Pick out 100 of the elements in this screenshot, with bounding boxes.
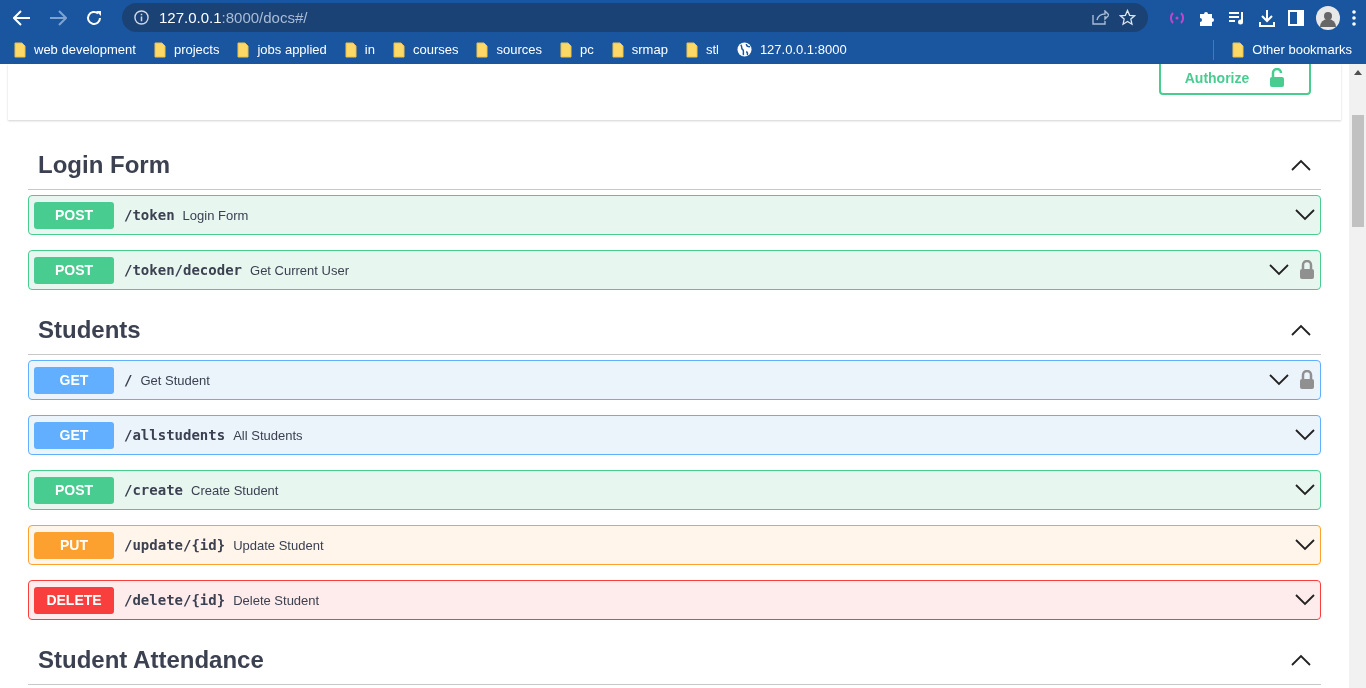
- endpoint-path: /token: [124, 207, 175, 223]
- chevron-up-icon: [1291, 158, 1311, 171]
- expand-button[interactable]: [1295, 539, 1315, 551]
- method-label: POST: [34, 201, 114, 229]
- padlock-icon: [1299, 260, 1315, 280]
- expand-button[interactable]: [1295, 484, 1315, 496]
- endpoint-path: /create: [124, 482, 183, 498]
- info-icon: [134, 10, 149, 25]
- endpoint-summary: Create Student: [191, 482, 280, 498]
- chevron-down-icon: [1269, 264, 1289, 276]
- endpoint-summary: All Students: [233, 427, 304, 443]
- reload-icon: [86, 9, 102, 26]
- forward-arrow-icon: [49, 9, 67, 26]
- folder-icon: [1232, 41, 1245, 58]
- section-title: Students: [38, 315, 141, 344]
- folder-icon: [611, 41, 624, 58]
- endpoint-summary: Update Student: [233, 537, 325, 553]
- media-list-icon[interactable]: [1228, 9, 1246, 26]
- endpoint-row[interactable]: PUT /update/{id} Update Student: [28, 525, 1321, 565]
- bookmark-label: jobs applied: [257, 42, 327, 57]
- expand-button[interactable]: [1269, 264, 1289, 276]
- endpoint-summary: Login Form: [182, 207, 250, 223]
- endpoint-summary: Delete Student: [233, 592, 321, 608]
- bookmark-link[interactable]: web development: [14, 41, 136, 58]
- folder-icon: [237, 41, 250, 58]
- endpoint-path: /delete/{id}: [124, 592, 226, 608]
- folder-icon: [14, 41, 26, 58]
- download-icon[interactable]: [1258, 8, 1276, 27]
- side-panel-icon[interactable]: [1288, 9, 1304, 26]
- method-label: POST: [34, 476, 114, 504]
- folder-icon: [153, 41, 166, 58]
- folder-icon: [344, 41, 357, 58]
- other-bookmarks-link[interactable]: Other bookmarks: [1232, 41, 1352, 58]
- globe-icon: [736, 42, 752, 57]
- chevron-up-icon: [1291, 323, 1311, 336]
- endpoint-path: /allstudents: [124, 427, 226, 443]
- endpoint-path: /update/{id}: [124, 537, 226, 553]
- bookmark-label: pc: [580, 42, 594, 57]
- bookmark-link[interactable]: sources: [476, 41, 542, 58]
- chevron-down-icon: [1295, 429, 1315, 441]
- method-label: DELETE: [34, 586, 114, 614]
- padlock-icon: [1299, 370, 1315, 390]
- expand-button[interactable]: [1295, 209, 1315, 221]
- expand-button[interactable]: [1269, 374, 1289, 386]
- chevron-down-icon: [1269, 374, 1289, 386]
- chevron-down-icon: [1295, 209, 1315, 221]
- endpoint-row[interactable]: GET /allstudents All Students: [28, 415, 1321, 455]
- method-label: GET: [34, 366, 114, 394]
- bookmark-link[interactable]: projects: [153, 41, 220, 58]
- bookmark-label: sources: [496, 42, 542, 57]
- folder-icon: [685, 41, 698, 58]
- method-label: POST: [34, 256, 114, 284]
- scrollbar[interactable]: [1349, 64, 1366, 688]
- address-bar[interactable]: 127.0.0.1:8000/docs#/: [122, 3, 1148, 32]
- chevron-down-icon: [1295, 484, 1315, 496]
- bookmark-link[interactable]: stl: [685, 41, 719, 58]
- folder-icon: [392, 41, 405, 58]
- endpoint-summary: Get Student: [140, 372, 211, 388]
- bookmark-label: in: [364, 42, 375, 57]
- bookmark-link[interactable]: courses: [392, 41, 459, 58]
- section-title: Student Attendance: [38, 645, 264, 674]
- bookmark-label: srmap: [631, 42, 668, 57]
- endpoint-row[interactable]: DELETE /delete/{id} Delete Student: [28, 580, 1321, 620]
- endpoint-path: /token/decoder: [124, 262, 242, 278]
- bookmark-label: courses: [412, 42, 459, 57]
- bookmark-label: web development: [34, 42, 136, 57]
- scroll-up-icon[interactable]: [1353, 70, 1362, 75]
- bookmark-link[interactable]: in: [344, 41, 375, 58]
- endpoint-path: /: [124, 372, 133, 388]
- chevron-down-icon: [1295, 539, 1315, 551]
- star-icon[interactable]: [1119, 9, 1136, 26]
- endpoint-row[interactable]: POST /create Create Student: [28, 470, 1321, 510]
- chevron-up-icon: [1291, 653, 1311, 666]
- back-arrow-icon: [13, 9, 31, 26]
- chevron-down-icon: [1295, 594, 1315, 606]
- endpoint-summary: Get Current User: [250, 262, 350, 278]
- endpoint-row[interactable]: POST /token Login Form: [28, 195, 1321, 235]
- bookmark-link[interactable]: jobs applied: [237, 41, 327, 58]
- bookmark-label: projects: [173, 42, 220, 57]
- endpoint-row[interactable]: GET / Get Student: [28, 360, 1321, 400]
- expand-button[interactable]: [1295, 594, 1315, 606]
- bookmark-label: stl: [705, 42, 719, 57]
- folder-icon: [560, 41, 572, 58]
- endpoint-row[interactable]: POST /token/decoder Get Current User: [28, 250, 1321, 290]
- bookmark-link[interactable]: pc: [560, 41, 594, 58]
- bookmark-link[interactable]: srmap: [611, 41, 668, 58]
- scrollbar-thumb[interactable]: [1351, 115, 1364, 227]
- url-text: 127.0.0.1:8000/docs#/: [159, 9, 309, 26]
- share-icon[interactable]: [1092, 10, 1109, 25]
- bookmark-label: 127.0.0.1:8000: [759, 42, 847, 57]
- method-label: PUT: [34, 531, 114, 559]
- folder-icon: [476, 41, 489, 58]
- avatar-icon[interactable]: [1316, 5, 1340, 30]
- unlocked-padlock-icon: [1269, 67, 1286, 88]
- expand-button[interactable]: [1295, 429, 1315, 441]
- bookmark-label: Other bookmarks: [1252, 42, 1352, 57]
- bookmark-link[interactable]: 127.0.0.1:8000: [736, 42, 847, 57]
- method-label: GET: [34, 421, 114, 449]
- section-title: Login Form: [38, 150, 170, 179]
- more-menu-icon[interactable]: [1352, 9, 1356, 26]
